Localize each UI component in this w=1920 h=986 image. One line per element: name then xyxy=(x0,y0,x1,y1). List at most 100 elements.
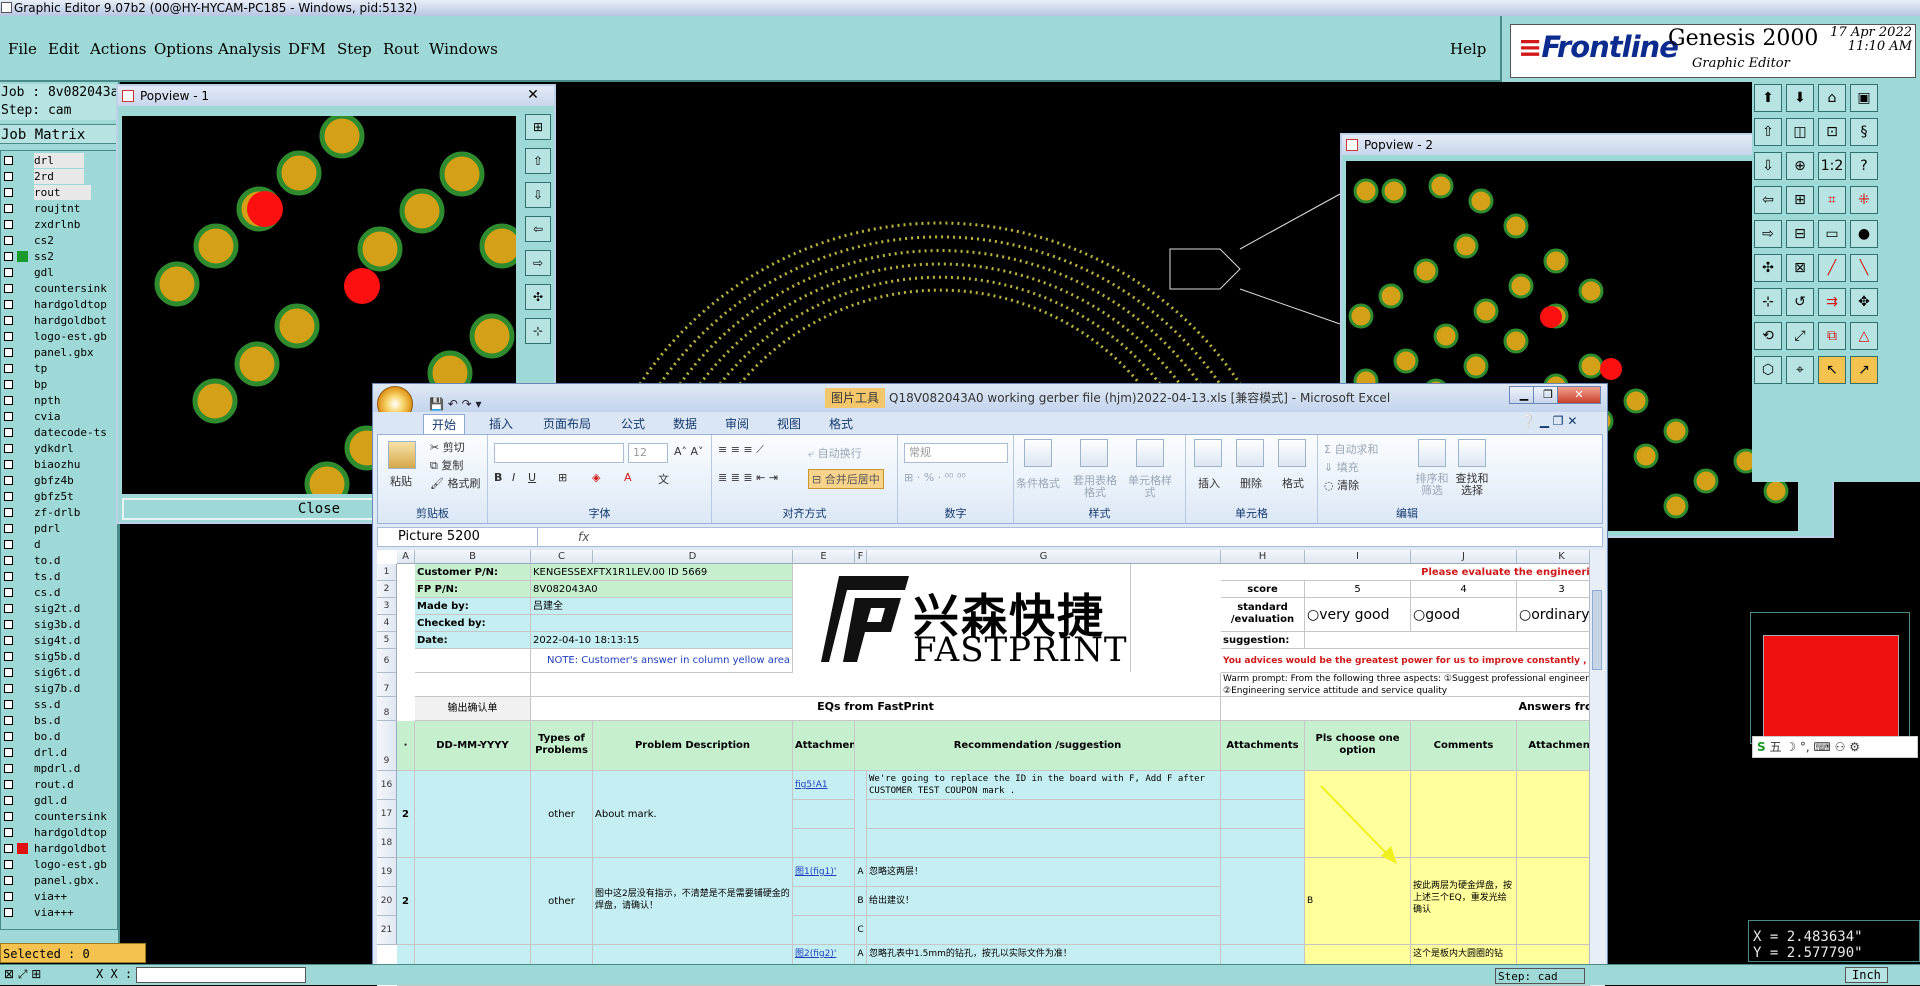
column-header[interactable]: K xyxy=(1517,550,1589,564)
underline-button[interactable]: U xyxy=(528,471,536,484)
column-header[interactable]: I xyxy=(1305,550,1411,564)
border-icon[interactable]: ⊞ xyxy=(558,471,567,484)
layer-row[interactable]: biaozhu xyxy=(1,457,117,472)
layer-color-swatch[interactable] xyxy=(17,379,28,390)
layer-color-swatch[interactable] xyxy=(17,299,28,310)
column-header[interactable]: A xyxy=(397,550,415,564)
menu-windows[interactable]: Windows xyxy=(429,40,498,58)
font-color-icon[interactable]: A xyxy=(624,471,632,484)
copy-button[interactable]: ⧉ 复制 xyxy=(430,457,463,473)
home-icon[interactable]: ⌂ xyxy=(1818,84,1846,112)
layer-checkbox[interactable] xyxy=(4,428,13,437)
layer-checkbox[interactable] xyxy=(4,748,13,757)
layer-color-swatch[interactable] xyxy=(17,619,28,630)
comment-cell[interactable]: 按此两层为硬金焊盘，按上述三个EQ，重发光绘确认 xyxy=(1411,858,1517,945)
net-icon[interactable]: ⌗ xyxy=(1818,186,1846,214)
scroll-thumb[interactable] xyxy=(1592,590,1602,670)
layer-row[interactable]: sig5b.d xyxy=(1,649,117,664)
move-icon[interactable]: ✥ xyxy=(1850,288,1878,316)
grow-font-icon[interactable]: A˄ A˅ xyxy=(674,445,704,458)
layer-checkbox[interactable] xyxy=(4,764,13,773)
column-header[interactable]: F xyxy=(855,550,867,564)
layer-row[interactable]: to.d xyxy=(1,553,117,568)
layer-checkbox[interactable] xyxy=(4,364,13,373)
pan-left-icon[interactable]: ⇦ xyxy=(1754,186,1782,214)
layer-checkbox[interactable] xyxy=(4,156,13,165)
layer-checkbox[interactable] xyxy=(4,524,13,533)
cell[interactable]: EQs from FastPrint xyxy=(531,697,1221,721)
name-box[interactable]: Picture 5200 xyxy=(378,528,538,546)
cell[interactable]: A xyxy=(855,858,867,887)
row-header[interactable]: 8 xyxy=(377,697,397,721)
layer-checkbox[interactable] xyxy=(4,332,13,341)
select-icon[interactable]: ▣ xyxy=(1850,84,1878,112)
layer-icon[interactable]: ⊠ xyxy=(1786,254,1814,282)
table-format-button[interactable]: 套用表格格式 xyxy=(1070,475,1120,499)
cell-style-button[interactable]: 单元格样式 xyxy=(1128,475,1172,499)
layer-row[interactable]: sig6t.d xyxy=(1,665,117,680)
cell[interactable]: 2022-04-10 18:13:15 xyxy=(531,632,793,649)
layer-checkbox[interactable] xyxy=(4,908,13,917)
layer-row[interactable]: d xyxy=(1,537,117,552)
layer-color-swatch[interactable] xyxy=(17,651,28,662)
merge-center-button[interactable]: ⊟ 合并后居中 xyxy=(808,469,884,489)
cell[interactable]: Problem Description xyxy=(593,721,793,771)
layer-checkbox[interactable] xyxy=(4,812,13,821)
pan-down-icon[interactable]: ⇩ xyxy=(1754,152,1782,180)
row-header[interactable]: 16 xyxy=(377,771,397,800)
layer-color-swatch[interactable] xyxy=(17,427,28,438)
cell[interactable]: DD-MM-YYYY xyxy=(415,721,531,771)
cell[interactable]: Please evaluate the engineering xyxy=(1221,564,1589,581)
cell[interactable]: Recommendation /suggestion xyxy=(855,721,1221,771)
fx-icon[interactable]: fx xyxy=(578,528,589,546)
window-icon[interactable]: ◫ xyxy=(1786,118,1814,146)
clear-button[interactable]: ◌ 清除 xyxy=(1324,477,1359,493)
triangle-icon[interactable]: △ xyxy=(1850,322,1878,350)
layer-color-swatch[interactable] xyxy=(17,491,28,502)
cell[interactable] xyxy=(1221,858,1305,945)
layer-color-swatch[interactable] xyxy=(17,331,28,342)
row-header[interactable]: 19 xyxy=(377,858,397,887)
row-header[interactable]: 21 xyxy=(377,916,397,945)
layer-row[interactable]: logo-est.gb xyxy=(1,329,117,344)
layer-row[interactable]: gbfz5t xyxy=(1,489,117,504)
ruler-icon[interactable]: ▭ xyxy=(1818,220,1846,248)
cell[interactable]: 给出建议！ xyxy=(867,887,1221,916)
export-confirm-cell[interactable]: 输出确认单 xyxy=(415,697,531,721)
column-header[interactable]: G xyxy=(867,550,1221,564)
filter-icon[interactable]: ⇉ xyxy=(1818,288,1846,316)
pan-down-icon[interactable]: ⇩ xyxy=(525,182,551,208)
row-header[interactable]: 3 xyxy=(377,598,397,615)
pan-left-icon[interactable]: ⇦ xyxy=(525,216,551,242)
layer-color-swatch[interactable] xyxy=(17,907,28,918)
cell[interactable]: Attachment xyxy=(1517,721,1589,771)
cell[interactable] xyxy=(415,771,531,858)
layer-color-swatch[interactable] xyxy=(17,315,28,326)
transform-icon[interactable]: ⤢ xyxy=(1786,322,1814,350)
cell[interactable]: About mark. xyxy=(593,771,793,858)
drill-icon[interactable]: ⁜ xyxy=(1850,186,1878,214)
layer-row[interactable]: sig7b.d xyxy=(1,681,117,696)
layer-checkbox[interactable] xyxy=(4,316,13,325)
pan-right-icon[interactable]: ⇨ xyxy=(525,250,551,276)
layer-row[interactable]: datecode-ts xyxy=(1,425,117,440)
cell[interactable]: 4 xyxy=(1411,581,1517,598)
radio-good[interactable]: ○good xyxy=(1411,598,1517,632)
column-header[interactable]: H xyxy=(1221,550,1305,564)
cell[interactable] xyxy=(1517,771,1589,858)
sort-button[interactable]: 排序和筛选 xyxy=(1412,473,1452,497)
layer-checkbox[interactable] xyxy=(4,604,13,613)
layer-row[interactable]: via+++ xyxy=(1,905,117,920)
layer-row[interactable]: via++ xyxy=(1,889,117,904)
help-icon[interactable]: ❔ ▁ ❐ ✕ xyxy=(1521,414,1577,428)
layer-color-swatch[interactable] xyxy=(17,475,28,486)
vertical-scrollbar[interactable] xyxy=(1589,550,1605,986)
fill-color-icon[interactable]: ◈ xyxy=(592,471,600,484)
layer-checkbox[interactable] xyxy=(4,780,13,789)
spreadsheet-grid[interactable]: A B C D E F G H I J K 1 2 3 4 5 6 7 8 9 … xyxy=(377,550,1589,986)
layer-row[interactable]: gdl.d xyxy=(1,793,117,808)
layer-checkbox[interactable] xyxy=(4,348,13,357)
layer-row[interactable]: bp xyxy=(1,377,117,392)
layer-color-swatch[interactable] xyxy=(17,395,28,406)
layer-color-swatch[interactable] xyxy=(17,411,28,422)
